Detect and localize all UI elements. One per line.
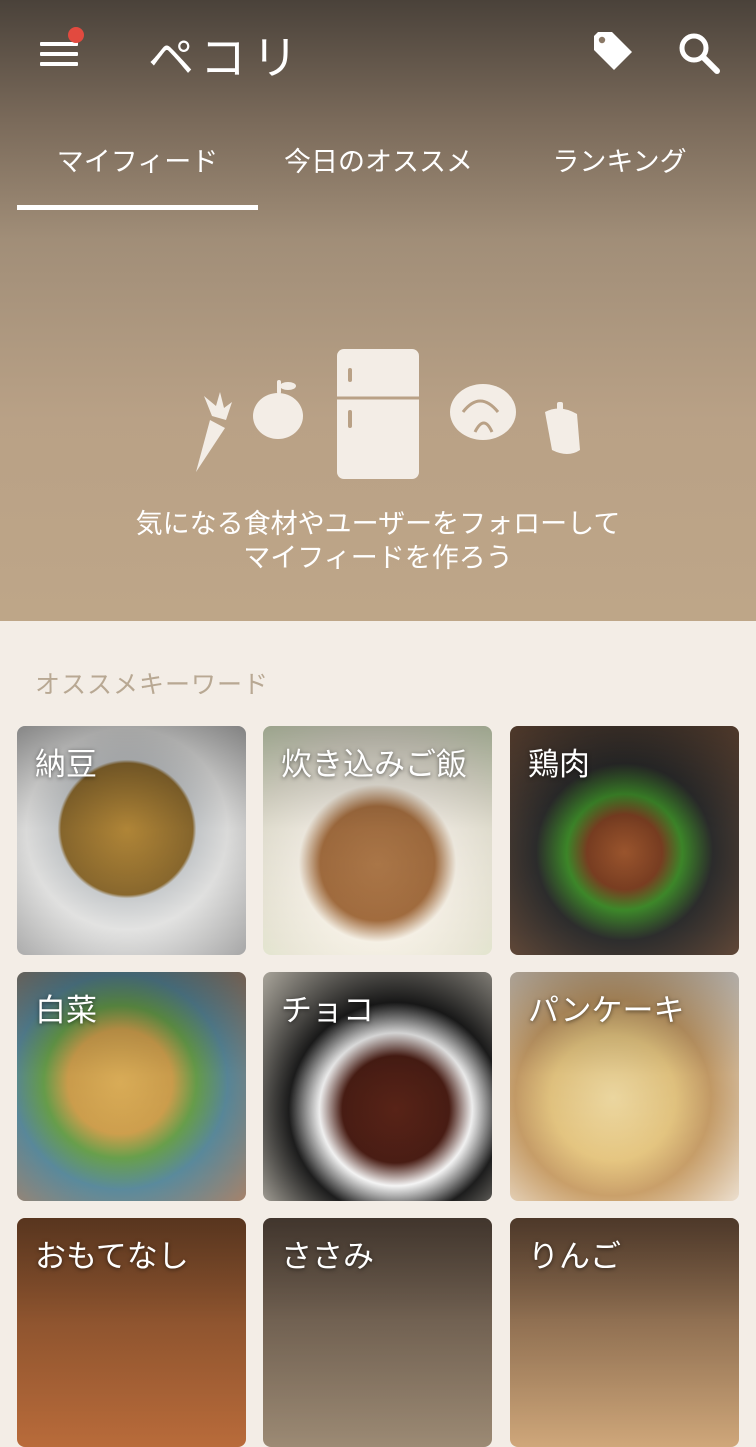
keyword-card-pancake[interactable]: パンケーキ [510, 972, 739, 1201]
keyword-card-ringo[interactable]: りんご [510, 1218, 739, 1447]
keyword-card-hakusai[interactable]: 白菜 [17, 972, 246, 1201]
keyword-label: 白菜 [35, 993, 97, 1029]
notification-dot [68, 27, 84, 43]
feed-tabs: マイフィード 今日のオススメ ランキング [0, 120, 756, 210]
active-tab-indicator [17, 205, 258, 210]
tab-todays-picks[interactable]: 今日のオススメ [258, 140, 499, 179]
app-logo: ペコリ [148, 31, 304, 85]
keyword-card-takikomi-gohan[interactable]: 炊き込みご飯 [263, 726, 492, 955]
tag-icon[interactable] [590, 30, 634, 74]
keyword-label: チョコ [281, 993, 374, 1029]
empty-feed-line-1: 気になる食材やユーザーをフォローして [135, 509, 621, 540]
apple-icon [253, 380, 303, 439]
keyword-label: ささみ [281, 1239, 374, 1275]
tab-ranking[interactable]: ランキング [499, 140, 740, 179]
refrigerator-icon [337, 349, 419, 479]
empty-feed-illustration [180, 340, 600, 490]
empty-feed-message: 気になる食材やユーザーをフォローして マイフィードを作ろう [0, 508, 756, 576]
keyword-label: 鶏肉 [528, 747, 590, 783]
recommended-keywords-title: オススメキーワード [35, 670, 270, 699]
keyword-card-chicken[interactable]: 鶏肉 [510, 726, 739, 955]
tab-my-feed[interactable]: マイフィード [17, 140, 258, 179]
feed-hero: ペコリ マイフィード 今日のオススメ ランキング 気になる食材やユーザーをフォロ… [0, 0, 756, 621]
keyword-card-sasami[interactable]: ささみ [263, 1218, 492, 1447]
top-app-bar: ペコリ [0, 0, 756, 110]
keyword-card-natto[interactable]: 納豆 [17, 726, 246, 955]
keyword-label: おもてなし [35, 1239, 189, 1275]
keyword-label: 納豆 [35, 747, 97, 783]
search-icon[interactable] [676, 30, 722, 76]
pepper-icon [545, 402, 580, 454]
keyword-card-choco[interactable]: チョコ [263, 972, 492, 1201]
carrot-icon [196, 392, 232, 472]
keyword-label: 炊き込みご飯 [281, 747, 467, 783]
cabbage-icon [450, 384, 516, 440]
empty-feed-line-2: マイフィードを作ろう [243, 543, 513, 574]
keyword-card-omotenashi[interactable]: おもてなし [17, 1218, 246, 1447]
keyword-label: パンケーキ [528, 993, 685, 1029]
keyword-label: りんご [528, 1239, 621, 1275]
